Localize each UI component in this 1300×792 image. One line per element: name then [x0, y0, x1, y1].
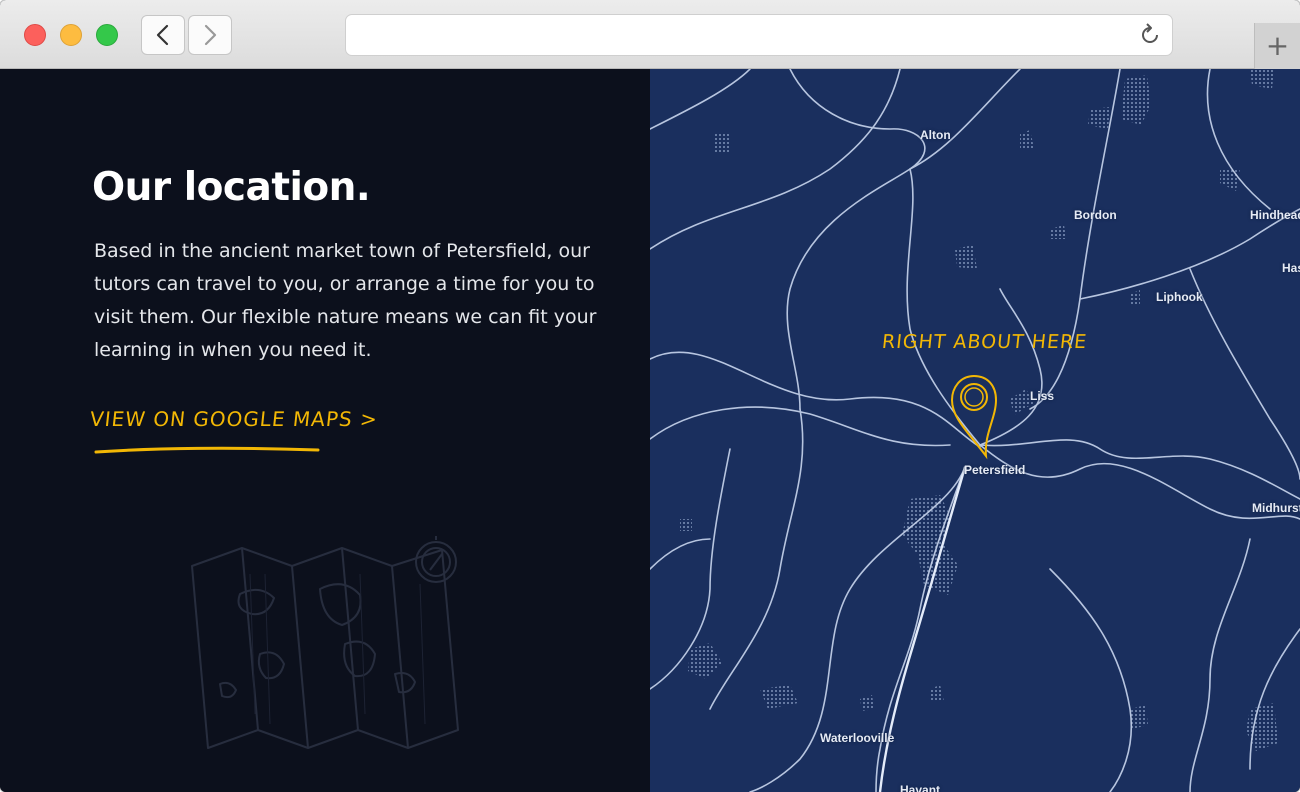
zoom-window-button[interactable]: [96, 24, 118, 46]
page-title: Our location.: [92, 165, 371, 210]
place-alton: Alton: [920, 128, 951, 142]
place-midhurst: Midhurst: [1252, 501, 1300, 515]
link-underline: [94, 446, 320, 454]
location-map[interactable]: Alton Bordon Hindhead Has Liphook Liss P…: [650, 69, 1300, 792]
page-content: Our location. Based in the ancient marke…: [0, 69, 1300, 792]
chevron-right-icon: [204, 24, 217, 46]
place-waterlooville: Waterlooville: [820, 731, 895, 745]
location-info-panel: Our location. Based in the ancient marke…: [0, 69, 650, 792]
map-pin-icon: [950, 374, 998, 460]
forward-button[interactable]: [188, 15, 232, 55]
place-hindhead: Hindhead: [1250, 208, 1300, 222]
minimize-window-button[interactable]: [60, 24, 82, 46]
folded-map-compass-illustration: [191, 536, 459, 749]
location-description: Based in the ancient market town of Pete…: [94, 240, 597, 361]
browser-window: + Our location. Based in the ancient mar…: [0, 0, 1300, 792]
new-tab-button[interactable]: +: [1254, 23, 1300, 69]
place-bordon: Bordon: [1074, 208, 1117, 222]
close-window-button[interactable]: [24, 24, 46, 46]
place-petersfield: Petersfield: [964, 463, 1026, 477]
view-on-google-maps-link[interactable]: VIEW ON GOOGLE MAPS >: [89, 407, 379, 431]
address-bar[interactable]: [345, 14, 1173, 56]
place-haslemere: Has: [1282, 261, 1300, 275]
place-havant: Havant: [900, 783, 941, 792]
browser-toolbar: +: [0, 0, 1300, 69]
plus-icon: +: [1265, 29, 1290, 62]
map-annotation: RIGHT ABOUT HERE: [880, 331, 1089, 353]
chevron-left-icon: [156, 24, 169, 46]
place-liss: Liss: [1030, 389, 1055, 403]
reload-icon[interactable]: [1137, 22, 1163, 48]
back-button[interactable]: [141, 15, 185, 55]
place-liphook: Liphook: [1156, 290, 1203, 304]
